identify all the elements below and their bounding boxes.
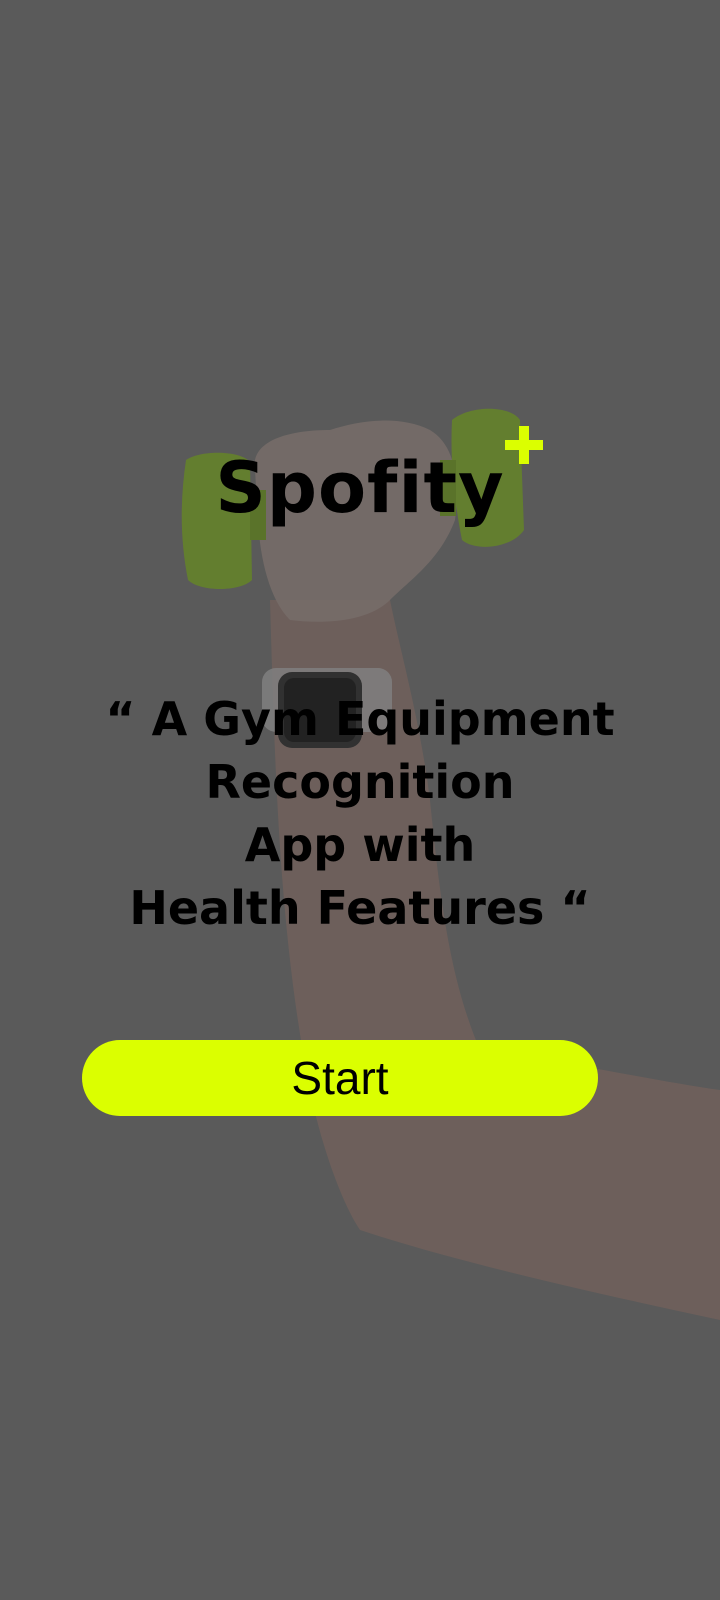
app-logo: Spofity — [0, 426, 720, 536]
plus-icon — [504, 426, 543, 464]
app-name: Spofity — [215, 447, 505, 529]
tagline-line: Health Features “ — [129, 881, 591, 935]
tagline: “ A Gym Equipment Recognition App with H… — [60, 688, 660, 940]
welcome-screen: Spofity “ A Gym Equipment Recognition Ap… — [0, 0, 720, 1600]
tagline-line: Recognition — [205, 755, 515, 809]
tagline-line: App with — [244, 818, 476, 872]
tagline-line: “ A Gym Equipment — [105, 692, 615, 746]
start-button[interactable]: Start — [82, 1040, 598, 1116]
app-logo-text: Spofity — [215, 426, 543, 536]
